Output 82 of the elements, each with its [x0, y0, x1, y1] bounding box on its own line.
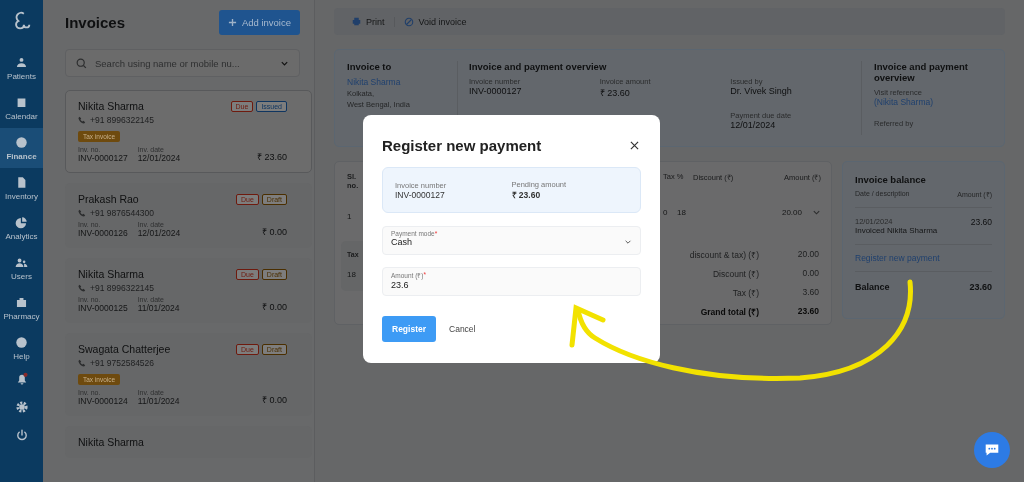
close-icon: [629, 141, 639, 150]
plus-icon: [227, 18, 237, 27]
table-cell-text: 0: [663, 208, 669, 217]
phone-number: +91 8996322145: [90, 283, 155, 293]
section-title: Invoice balance: [855, 174, 927, 185]
invoice-date: 12/01/2024: [137, 153, 181, 163]
cancel-button[interactable]: Cancel: [449, 324, 476, 334]
invoice-date: 12/01/2024: [137, 228, 181, 238]
total-value: 3.60: [801, 287, 819, 298]
section-title: Invoice and payment overview: [874, 61, 969, 83]
total-value: 20.00: [796, 249, 819, 260]
entry-description: Invoiced Nikita Sharma: [855, 226, 939, 235]
field-value: ₹ 23.60: [511, 189, 542, 200]
total-label: Discount (₹): [712, 268, 759, 279]
search-icon: [76, 57, 87, 69]
field-value: INV-0000127: [469, 86, 523, 96]
invoice-date: 11/01/2024: [137, 303, 180, 313]
section-title: Invoice and payment overview: [469, 61, 608, 72]
chevron-down-icon: [624, 238, 632, 246]
power-icon[interactable]: [14, 428, 29, 442]
nav-item[interactable]: Help: [0, 328, 43, 368]
table-cell: 1: [347, 212, 352, 221]
invoice-amount: ₹ 0.00: [261, 301, 287, 313]
document-icon: [15, 175, 28, 189]
prohibited-icon: [403, 16, 414, 27]
field-value: ₹ 23.60: [599, 87, 631, 99]
total-value: 0.00: [801, 268, 819, 279]
printer-icon: [352, 17, 361, 26]
total-label: Grand total (₹): [700, 306, 759, 317]
patient-name: Nikita Sharma: [78, 436, 144, 448]
table-cell-text: 18: [677, 208, 687, 217]
patient-name: Swagata Chatterjee: [78, 343, 171, 355]
invoice-amount: ₹ 0.00: [261, 226, 287, 238]
table-cell: 20.00: [781, 208, 802, 217]
field-value: INV-0000127: [395, 189, 446, 200]
field-value: Cash: [391, 237, 412, 247]
balance-value: 23.60: [969, 282, 992, 292]
dialog-title: Register new payment: [382, 137, 542, 154]
invoice-number: INV-0000126: [78, 228, 128, 238]
nav-item[interactable]: Patients: [0, 48, 43, 88]
invoice-amount: ₹ 23.60: [256, 151, 287, 163]
nav-item[interactable]: Calendar: [0, 88, 43, 128]
person-icon: [15, 55, 28, 69]
medical-bag-icon: [15, 295, 28, 309]
patient-name: Prakash Rao: [78, 193, 139, 205]
nav-item[interactable]: Pharmacy: [0, 288, 43, 328]
field-value: 12/01/2024: [730, 120, 777, 130]
phone-icon: [78, 359, 86, 367]
settings-icon[interactable]: [14, 400, 29, 414]
patient-name: Nikita Sharma: [78, 268, 144, 280]
phone-number: +91 8996322145: [90, 115, 155, 125]
invoice-number: INV-0000124: [78, 396, 128, 406]
invoice-date: 11/01/2024: [137, 396, 180, 406]
invoice-number: INV-0000125: [78, 303, 128, 313]
section-title: Invoice to: [347, 61, 393, 72]
register-button[interactable]: Register: [382, 316, 436, 342]
add-invoice-button[interactable]: Add invoice: [218, 10, 300, 35]
field-value: 23.6: [391, 280, 409, 290]
void-invoice-button[interactable]: Void invoice: [393, 16, 476, 27]
balance-label: Balance: [855, 282, 890, 292]
phone-icon: [78, 284, 86, 292]
invoice-number: INV-0000127: [78, 153, 128, 163]
total-value: 23.60: [796, 306, 819, 317]
print-button[interactable]: Print: [343, 16, 394, 27]
invoice-amount: ₹ 0.00: [261, 394, 287, 406]
phone-icon: [78, 209, 86, 217]
table-cell: 18: [347, 270, 356, 279]
chat-button[interactable]: [974, 432, 1010, 468]
phone-number: +91 9876544300: [90, 208, 155, 218]
total-label: Tax (₹): [732, 287, 759, 298]
field-value: Dr. Vivek Singh: [730, 86, 793, 96]
phone-icon: [78, 116, 86, 124]
nav-item[interactable]: Users: [0, 248, 43, 288]
phone-number: +91 9752584526: [90, 358, 155, 368]
nav-item[interactable]: Analytics: [0, 208, 43, 248]
nav-item[interactable]: Finance: [0, 128, 43, 168]
entry-amount: 23.60: [970, 217, 992, 229]
total-label: discount & tax) (₹): [689, 249, 759, 260]
pie-chart-icon: [15, 215, 28, 229]
nav-item[interactable]: Inventory: [0, 168, 43, 208]
patient-name: Nikita Sharma: [78, 100, 144, 112]
page-title: Invoices: [65, 14, 126, 31]
